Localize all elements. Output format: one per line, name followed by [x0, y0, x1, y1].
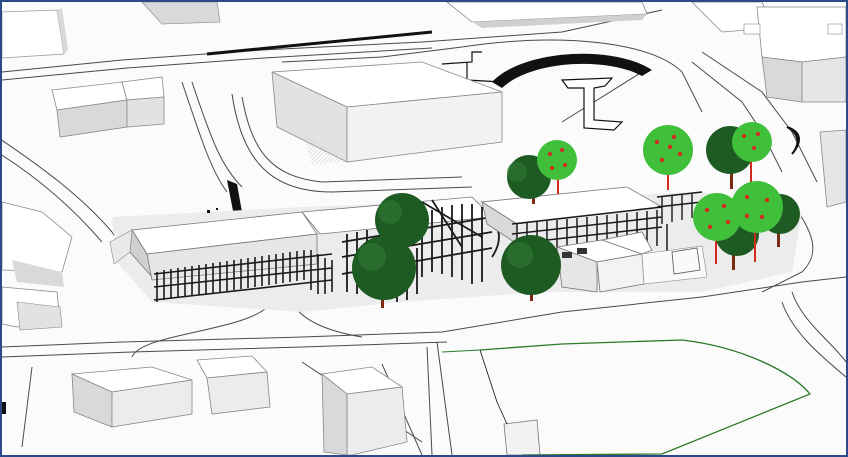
- field-icon: [441, 339, 812, 455]
- building-icon: [691, 2, 846, 103]
- building-icon: [503, 419, 541, 455]
- building-icon: [446, 2, 648, 28]
- 3d-viewport[interactable]: [0, 0, 848, 457]
- building-icon: [141, 2, 221, 25]
- building-icon: [2, 8, 68, 59]
- site-model-canvas[interactable]: [2, 2, 846, 455]
- building-icon: [70, 355, 271, 428]
- building-icon: [51, 76, 165, 138]
- building-icon: [2, 201, 73, 331]
- tree-icon: [732, 122, 772, 182]
- tree-icon: [643, 125, 693, 190]
- building-icon: [819, 129, 846, 208]
- building-icon: [321, 366, 408, 455]
